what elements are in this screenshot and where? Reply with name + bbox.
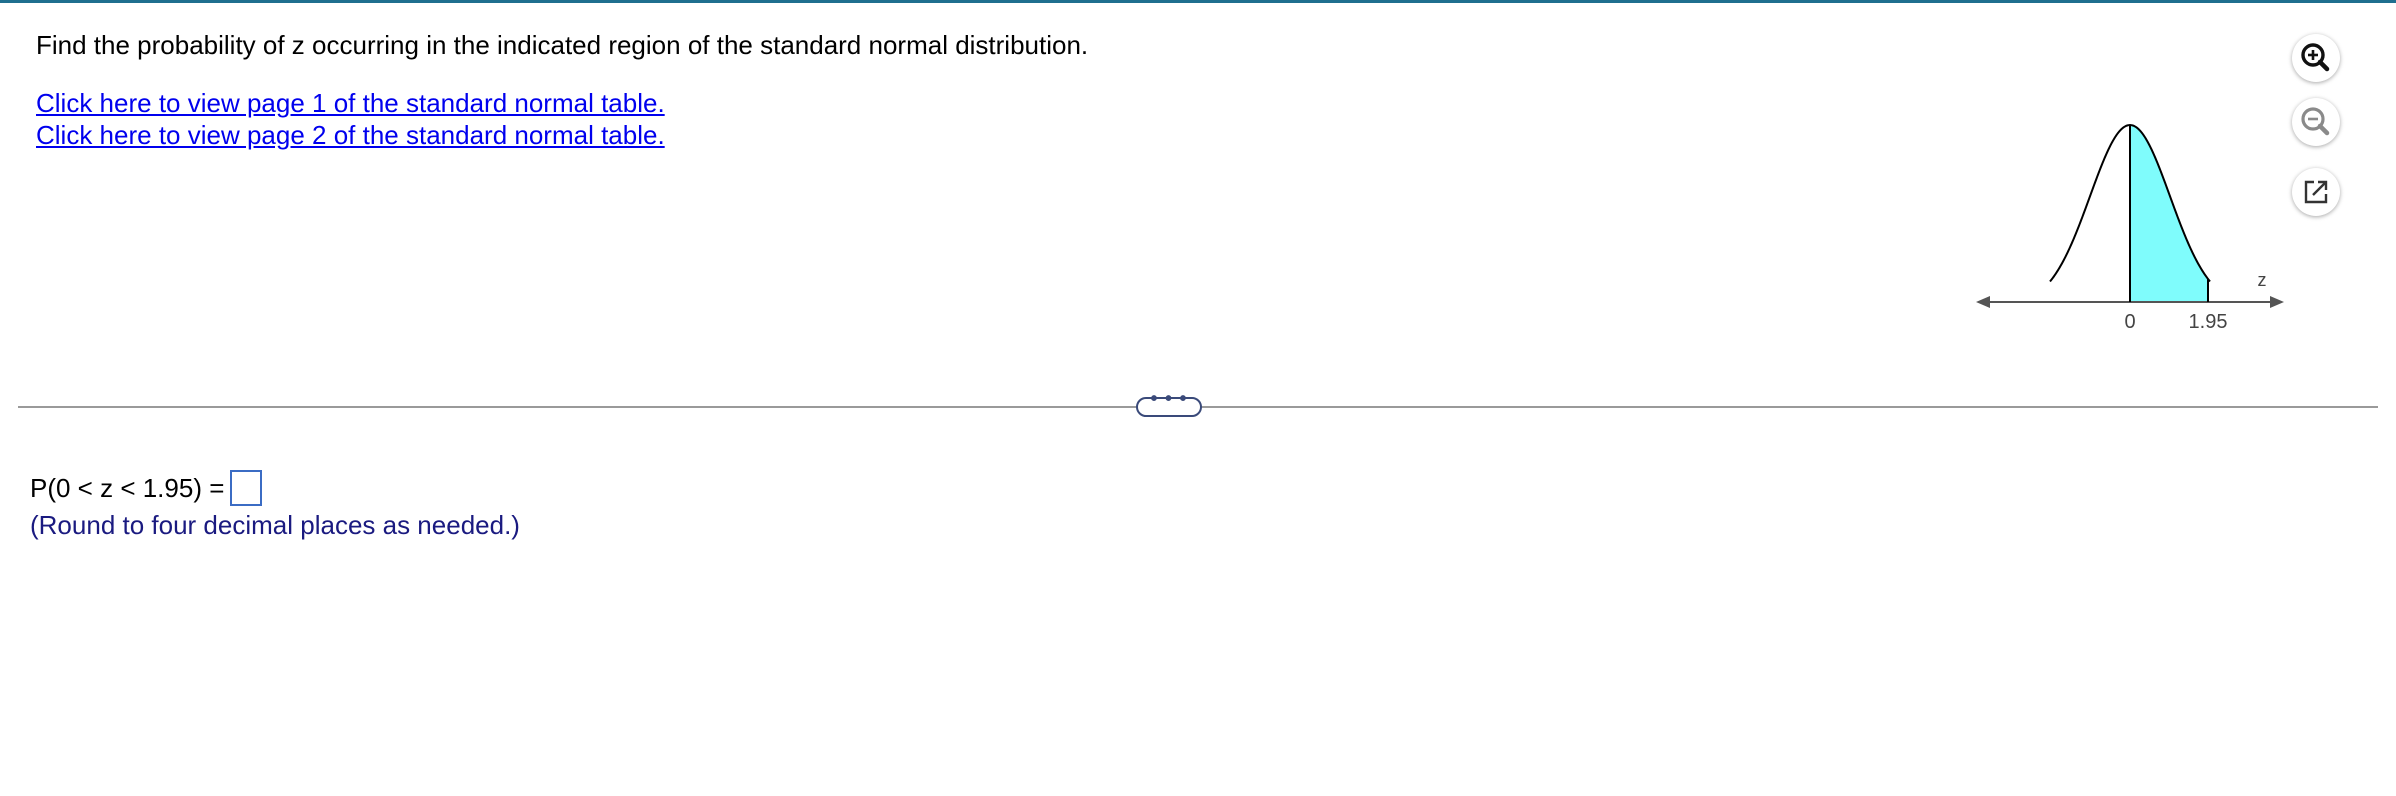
answer-input[interactable] xyxy=(230,470,263,506)
axis-left-arrow xyxy=(1976,296,1990,308)
tick-label-bound: 1.95 xyxy=(2189,311,2228,333)
shaded-region xyxy=(2130,125,2208,302)
rounding-instruction: (Round to four decimal places as needed.… xyxy=(30,510,520,540)
axis-right-arrow xyxy=(2270,296,2284,308)
zoom-in-button[interactable] xyxy=(2292,34,2340,82)
question-page: Find the probability of z occurring in t… xyxy=(0,0,2396,796)
probability-expression: P(0 < z < 1.95) = xyxy=(30,472,225,503)
normal-distribution-graph: 0 1.95 z xyxy=(1976,124,2284,333)
standard-normal-table-page-1-link[interactable]: Click here to view page 1 of the standar… xyxy=(36,88,665,119)
zoom-out-icon xyxy=(2301,107,2330,136)
zoom-out-button[interactable] xyxy=(2292,98,2340,146)
answer-row: P(0 < z < 1.95) = xyxy=(30,468,263,508)
zoom-in-icon xyxy=(2301,43,2330,72)
popout-icon xyxy=(2304,180,2328,204)
standard-normal-table-page-2-link[interactable]: Click here to view page 2 of the standar… xyxy=(36,120,665,151)
open-in-new-window-button[interactable] xyxy=(2292,168,2340,216)
top-accent-bar xyxy=(0,0,2396,3)
tick-label-zero: 0 xyxy=(2124,311,2135,333)
question-text: Find the probability of z occurring in t… xyxy=(36,30,1089,60)
more-dots-icon: • • • xyxy=(1150,388,1188,410)
axis-variable-label: z xyxy=(2258,270,2267,290)
expand-collapse-handle[interactable]: • • • xyxy=(1136,388,1202,417)
